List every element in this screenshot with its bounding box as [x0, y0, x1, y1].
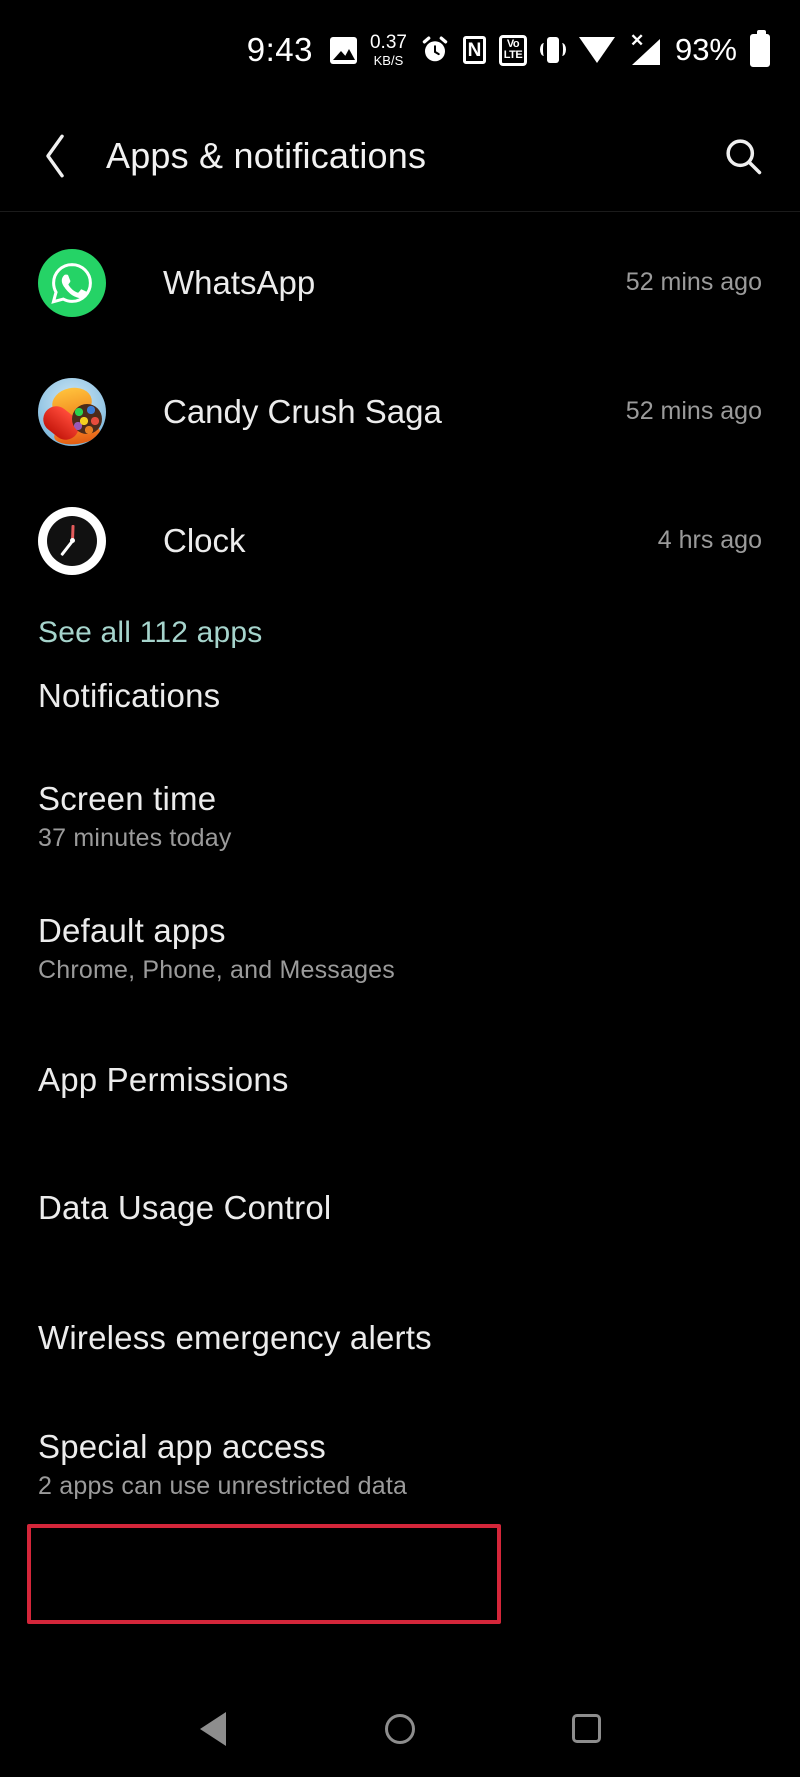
home-circle-icon [384, 1713, 415, 1744]
settings-item-subtitle: 2 apps can use unrestricted data [38, 1471, 408, 1500]
settings-item-title: Default apps [38, 911, 226, 949]
app-bar: Apps & notifications [0, 100, 800, 212]
app-name: Clock [163, 521, 246, 559]
settings-item-title: Special app access [38, 1427, 326, 1465]
alarm-icon [420, 35, 450, 65]
app-name: WhatsApp [163, 263, 316, 301]
nav-home-button[interactable] [365, 1694, 435, 1764]
settings-item-app-permissions[interactable]: App Permissions [0, 1016, 800, 1144]
image-icon [329, 36, 357, 64]
settings-item-data-usage-control[interactable]: Data Usage Control [0, 1144, 800, 1272]
nav-back-button[interactable] [178, 1694, 248, 1764]
search-icon [726, 139, 762, 175]
data-speed-unit: KB/S [373, 53, 404, 68]
list-item[interactable]: WhatsApp 52 mins ago [0, 218, 800, 347]
volte-icon: Vo LTE [498, 34, 527, 66]
phone-screen: 9:43 0.37 KB/S N Vo LTE ✕ 93% Apps & not… [0, 0, 800, 1777]
settings-item-title: Data Usage Control [38, 1189, 332, 1226]
app-last-used: 52 mins ago [625, 397, 762, 425]
settings-item-title: Wireless emergency alerts [38, 1319, 432, 1356]
settings-item-special-app-access[interactable]: Special app access 2 apps can use unrest… [0, 1404, 800, 1524]
settings-item-subtitle: Chrome, Phone, and Messages [38, 955, 395, 984]
recents-square-icon [572, 1714, 602, 1743]
status-clock: 9:43 [246, 31, 313, 68]
list-item[interactable]: Candy Crush Saga 52 mins ago [0, 347, 800, 476]
vibrate-icon [539, 35, 566, 65]
header-divider [0, 211, 800, 212]
battery-icon [750, 29, 770, 67]
settings-item-title: Screen time [38, 779, 217, 817]
settings-item-title: Notifications [38, 677, 221, 714]
highlight-box [27, 1524, 501, 1624]
page-title: Apps & notifications [106, 135, 427, 176]
data-speed-icon: 0.37 KB/S [370, 33, 407, 67]
app-last-used: 4 hrs ago [657, 526, 762, 554]
settings-item-wireless-emergency-alerts[interactable]: Wireless emergency alerts [0, 1272, 800, 1404]
app-last-used: 52 mins ago [625, 268, 762, 296]
signal-no-service-icon: ✕ [628, 31, 660, 65]
settings-item-notifications[interactable]: Notifications [0, 640, 800, 752]
navigation-bar [0, 1680, 800, 1777]
settings-item-default-apps[interactable]: Default apps Chrome, Phone, and Messages [0, 880, 800, 1016]
back-button[interactable] [38, 131, 88, 181]
list-item[interactable]: Clock 4 hrs ago [0, 476, 800, 605]
whatsapp-icon [38, 248, 106, 317]
recent-apps-list: WhatsApp 52 mins ago Candy Crush Saga 52… [0, 218, 800, 605]
back-triangle-icon [200, 1711, 227, 1746]
settings-item-screen-time[interactable]: Screen time 37 minutes today [0, 752, 800, 880]
wifi-icon [578, 37, 615, 63]
settings-item-title: App Permissions [38, 1061, 289, 1098]
search-button[interactable] [714, 127, 772, 185]
status-bar: 9:43 0.37 KB/S N Vo LTE ✕ 93% [0, 0, 800, 100]
app-name: Candy Crush Saga [163, 392, 442, 430]
settings-list: Notifications Screen time 37 minutes tod… [0, 640, 800, 1524]
battery-percent-label: 93% [674, 32, 737, 67]
volte-bottom-text: LTE [503, 49, 523, 61]
nav-recents-button[interactable] [552, 1694, 622, 1764]
data-speed-value: 0.37 [369, 32, 407, 53]
clock-icon [38, 506, 106, 575]
nfc-icon: N [462, 36, 486, 64]
settings-item-subtitle: 37 minutes today [38, 823, 232, 852]
back-arrow-icon [46, 134, 64, 178]
candy-crush-icon [38, 377, 106, 446]
